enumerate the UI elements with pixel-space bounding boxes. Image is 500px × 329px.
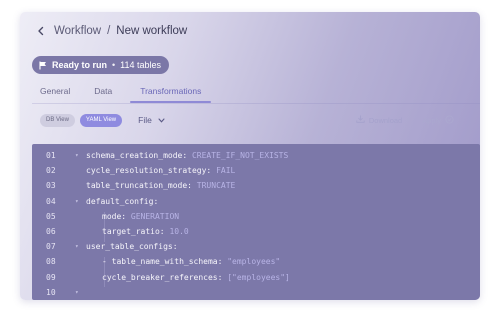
code-line[interactable]: 02 cycle_resolution_strategy: FAIL [32, 163, 480, 178]
breadcrumb: Workflow / New workflow [34, 21, 187, 41]
fold-chevron-icon[interactable]: ▾ [75, 243, 79, 250]
code-line[interactable]: 06 target_ratio: 10.0 [32, 224, 480, 239]
line-number: 08 [46, 257, 56, 267]
yaml-colon: : [217, 257, 228, 267]
code-line[interactable]: 09 cycle_breaker_references: ["employees"… [32, 270, 480, 285]
yaml-value: CREATE_IF_NOT_EXISTS [191, 151, 289, 160]
db-view-toggle[interactable]: DB View [40, 113, 75, 127]
code-content: target_ratio: 10.0 [102, 227, 189, 236]
fold-chevron-icon[interactable]: ▾ [75, 198, 79, 205]
code-line[interactable]: 01 ▾ schema_creation_mode: CREATE_IF_NOT_E… [32, 148, 480, 163]
code-content: cycle_breaker_references: ["employees"] [102, 273, 290, 282]
yaml-key: default_config [86, 196, 154, 206]
line-number: 10 [46, 287, 56, 297]
yaml-colon: : [159, 227, 170, 236]
tab-bar: General Data Transformations [32, 80, 212, 103]
code-line[interactable]: 07 ▾ user_table_configs: [32, 239, 480, 254]
yaml-key: target_ratio [102, 227, 160, 236]
yaml-colon: : [217, 272, 228, 282]
code-content: cycle_resolution_strategy: FAIL [86, 166, 235, 175]
code-content: mode: GENERATION [102, 212, 179, 221]
yaml-colon: : [182, 151, 192, 160]
download-icon [356, 115, 365, 125]
line-number: 01 [46, 151, 56, 160]
tab-data[interactable]: Data [86, 80, 120, 102]
code-content: user_table_configs: [86, 242, 178, 251]
file-menu-label: File [138, 115, 152, 125]
line-number: 06 [46, 227, 56, 236]
code-line[interactable]: 04 ▾ default_config: [32, 194, 480, 209]
check-circle-icon [445, 114, 454, 126]
breadcrumb-workflow-link[interactable]: Workflow [54, 25, 101, 37]
code-line[interactable]: 03 table_truncation_mode: TRUNCATE [32, 178, 480, 193]
editor-toolbar: DB View YAML View File Download Apply [40, 113, 468, 127]
yaml-key: schema_creation_mode [86, 151, 183, 160]
code-line[interactable]: 10 ▾ [32, 285, 480, 300]
yaml-value: "employees" [227, 257, 281, 267]
yaml-code-editor[interactable]: 01 ▾ schema_creation_mode: CREATE_IF_NOT_E… [32, 144, 480, 300]
line-number: 03 [46, 181, 56, 191]
chevron-left-icon[interactable] [34, 24, 48, 38]
yaml-key: cycle_resolution_strategy [86, 166, 207, 176]
apply-label: Apply [422, 115, 441, 125]
workflow-card: Workflow / New workflow Ready to run • 1… [20, 12, 480, 300]
code-content: schema_creation_mode: CREATE_IF_NOT_EXIS… [86, 151, 288, 160]
yaml-key: cycle_breaker_references [102, 272, 218, 282]
fold-chevron-icon[interactable]: ▾ [75, 289, 79, 296]
yaml-key: - table_name_with_schema [102, 257, 218, 267]
yaml-value: GENERATION [130, 211, 180, 221]
chevron-down-icon [158, 115, 165, 125]
table-count: 114 tables [120, 60, 162, 70]
yaml-key: user_table_configs [86, 242, 173, 252]
tab-general[interactable]: General [32, 80, 78, 102]
status-separator: • [112, 60, 116, 70]
yaml-value: FAIL [216, 166, 236, 176]
line-number: 04 [46, 196, 56, 206]
yaml-key: mode [102, 211, 122, 221]
code-content: - table_name_with_schema: "employees" [102, 257, 280, 266]
yaml-view-toggle[interactable]: YAML View [79, 113, 123, 127]
tabs-divider [32, 103, 480, 104]
yaml-colon: : [153, 196, 159, 206]
status-label: Ready to run [52, 60, 108, 70]
page-title: New workflow [116, 25, 188, 37]
yaml-colon: : [187, 181, 197, 191]
line-number: 07 [46, 242, 56, 252]
yaml-colon: : [206, 166, 217, 176]
code-content: table_truncation_mode: TRUNCATE [86, 181, 235, 190]
code-content: default_config: [86, 197, 158, 206]
code-line[interactable]: 08 - table_name_with_schema: "employees" [32, 254, 480, 269]
yaml-value: ["employees"] [227, 272, 290, 282]
line-number: 05 [46, 211, 56, 221]
flag-icon [39, 61, 47, 70]
yaml-key: table_truncation_mode [86, 181, 188, 191]
status-badge: Ready to run • 114 tables [32, 56, 170, 74]
fold-chevron-icon[interactable]: ▾ [75, 152, 79, 159]
download-label: Download [368, 115, 403, 125]
tab-transformations[interactable]: Transformations [130, 80, 212, 103]
download-button[interactable]: Download [356, 115, 402, 125]
yaml-value: TRUNCATE [196, 181, 236, 191]
yaml-value: 10.0 [169, 227, 189, 236]
yaml-colon: : [172, 242, 178, 252]
yaml-colon: : [121, 211, 131, 221]
line-number: 02 [46, 166, 56, 176]
breadcrumb-separator: / [107, 25, 111, 37]
apply-button[interactable]: Apply [422, 114, 454, 126]
code-line[interactable]: 05 mode: GENERATION [32, 209, 480, 224]
line-number: 09 [46, 272, 56, 282]
file-menu-button[interactable]: File [138, 115, 165, 125]
